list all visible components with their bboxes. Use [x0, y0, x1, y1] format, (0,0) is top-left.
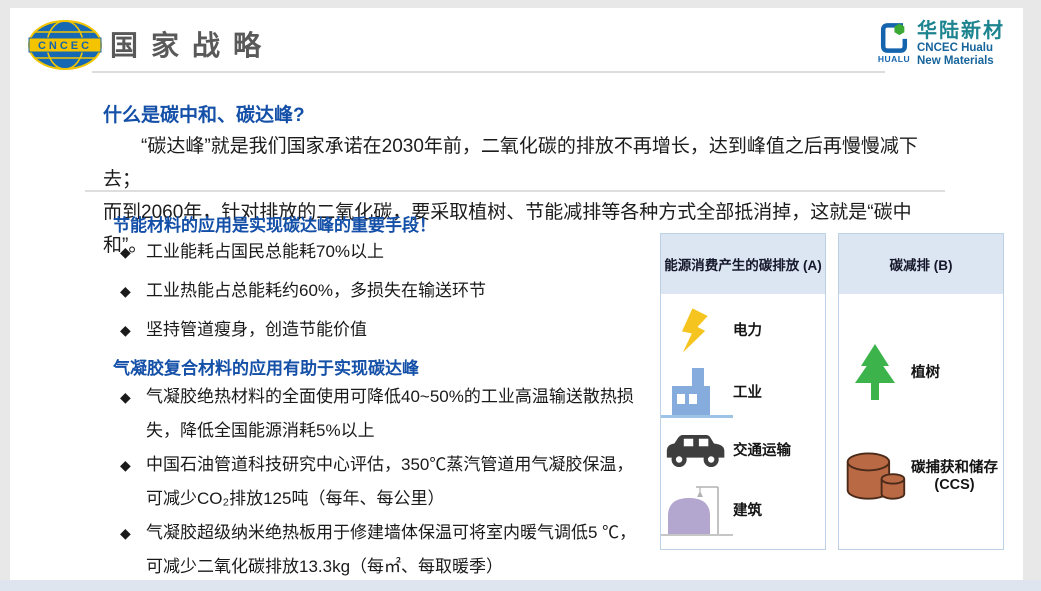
- diamond-bullet-icon: ◆: [120, 516, 137, 550]
- hualu-name-cn: 华陆新材: [917, 20, 1005, 42]
- diamond-bullet-icon: ◆: [120, 319, 137, 341]
- list-item: 交通运输: [661, 431, 825, 471]
- diamond-bullet-icon: ◆: [120, 448, 137, 482]
- list-item: 碳捕获和储存 (CCS): [839, 450, 1003, 504]
- diamond-bullet-icon: ◆: [120, 280, 137, 302]
- energy-section-heading: 节能材料的应用是实现碳达峰的重要手段！: [113, 211, 436, 236]
- emissions-box-body: 电力 工业: [661, 294, 825, 553]
- hualu-names: 华陆新材 CNCEC Hualu New Materials: [917, 20, 1005, 68]
- list-item: 植树: [839, 343, 1003, 403]
- page-bottom-strip: [0, 580, 1041, 591]
- list-item: ◆ 气凝胶超级纳米绝热板用于修建墙体保温可将室内暖气调低5 ℃， 可减少二氧化碳…: [120, 516, 666, 584]
- list-item: ◆ 工业热能占总能耗约60%，多损失在输送环节: [120, 280, 486, 302]
- diamond-bullet-icon: ◆: [120, 241, 137, 263]
- barrels-icon: [839, 450, 911, 504]
- tree-icon: [839, 343, 911, 403]
- hualu-name-en1: CNCEC Hualu: [917, 42, 1005, 55]
- emissions-box-header: 能源消费产生的碳排放 (A): [661, 234, 825, 294]
- car-icon: [661, 431, 733, 471]
- page-title: 国家战略: [110, 24, 274, 64]
- diamond-bullet-icon: ◆: [120, 380, 137, 414]
- aerogel-section-heading: 气凝胶复合材料的应用有助于实现碳达峰: [113, 354, 419, 379]
- reduction-box-header: 碳减排 (B): [839, 234, 1003, 294]
- lightning-icon: [661, 308, 733, 356]
- list-item: 电力: [661, 308, 825, 356]
- building-icon: [661, 483, 733, 539]
- aerogel-bullet-list: ◆ 气凝胶绝热材料的全面使用可降低40~50%的工业高温输送散热损 失，降低全国…: [120, 380, 666, 584]
- intro-heading: 什么是碳中和、碳达峰?: [103, 100, 305, 127]
- reduction-box: 碳减排 (B) 植树: [838, 233, 1004, 550]
- slide-canvas: CNCEC 国家战略 HUALU 华陆新材 CNCEC Hualu New Ma…: [10, 8, 1023, 580]
- energy-bullet-list: ◆ 工业能耗占国民总能耗70%以上 ◆ 工业热能占总能耗约60%，多损失在输送环…: [120, 241, 486, 358]
- hualu-bracket-icon: [876, 20, 912, 56]
- cncec-logo-icon: CNCEC: [26, 18, 104, 72]
- list-item: 建筑: [661, 483, 825, 539]
- hualu-logo-mark: HUALU: [876, 20, 912, 64]
- hualu-logo-text: HUALU: [878, 54, 910, 64]
- factory-icon: [661, 368, 733, 420]
- list-item: ◆ 中国石油管道科技研究中心评估，350℃蒸汽管道用气凝胶保温， 可减少CO₂排…: [120, 448, 666, 516]
- hualu-logo: HUALU 华陆新材 CNCEC Hualu New Materials: [876, 20, 1005, 68]
- emissions-box: 能源消费产生的碳排放 (A) 电力: [660, 233, 826, 550]
- section-divider: [85, 190, 945, 192]
- list-item: ◆ 工业能耗占国民总能耗70%以上: [120, 241, 486, 263]
- intro-paragraph-line1: “碳达峰”就是我们国家承诺在2030年前，二氧化碳的排放不再增长，达到峰值之后再…: [103, 130, 955, 196]
- list-item: ◆ 气凝胶绝热材料的全面使用可降低40~50%的工业高温输送散热损 失，降低全国…: [120, 380, 666, 448]
- header-divider: [92, 71, 885, 73]
- list-item: 工业: [661, 368, 825, 420]
- cncec-logo-text: CNCEC: [38, 40, 92, 52]
- slide-page: CNCEC 国家战略 HUALU 华陆新材 CNCEC Hualu New Ma…: [0, 0, 1041, 591]
- list-item: ◆ 坚持管道瘦身，创造节能价值: [120, 319, 486, 341]
- reduction-box-body: 植树 碳捕获和储存 (CCS): [839, 294, 1003, 553]
- hualu-name-en2: New Materials: [917, 55, 1005, 68]
